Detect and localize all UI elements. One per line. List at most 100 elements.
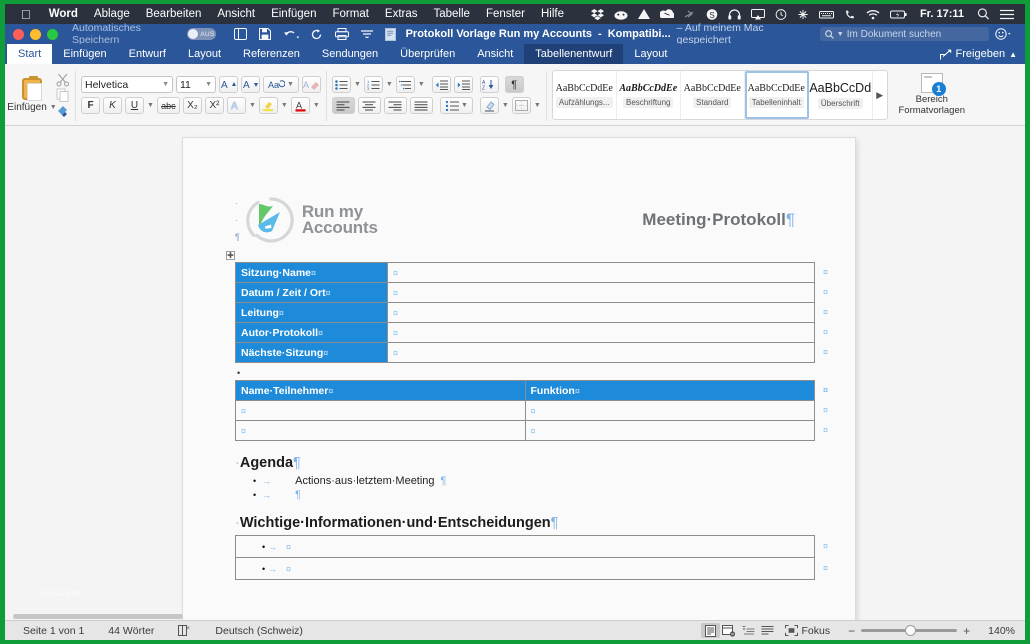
- tab-ansicht[interactable]: Ansicht: [466, 44, 524, 64]
- customize-toolbar-icon[interactable]: [360, 30, 373, 38]
- chevron-down-icon[interactable]: ▼: [287, 81, 294, 88]
- redo-icon[interactable]: [311, 28, 323, 40]
- draft-icon[interactable]: [758, 623, 777, 638]
- print-icon[interactable]: [334, 28, 349, 40]
- cloud-sync-icon[interactable]: [609, 9, 633, 20]
- dropbox-icon[interactable]: [586, 8, 609, 20]
- list-item[interactable]: • → Actions·aus·letztem·Meeting ¶: [253, 475, 815, 487]
- cell-funktion-2[interactable]: ¤ ¤: [524, 420, 828, 441]
- menu-item-ansicht[interactable]: Ansicht: [209, 8, 263, 20]
- increase-indent-icon[interactable]: [453, 76, 473, 93]
- zoom-slider[interactable]: − +: [842, 624, 976, 638]
- language-indicator[interactable]: Deutsch (Schweiz): [203, 625, 315, 637]
- shrink-font-icon[interactable]: A: [241, 76, 260, 93]
- multilevel-chevron-down-icon[interactable]: ▼: [418, 81, 425, 88]
- menu-item-fenster[interactable]: Fenster: [478, 8, 533, 20]
- menu-item-hilfe[interactable]: Hilfe: [533, 8, 572, 20]
- document-title[interactable]: Protokoll Vorlage Run my Accounts: [406, 28, 592, 40]
- tab-sendungen[interactable]: Sendungen: [311, 44, 389, 64]
- align-center-icon[interactable]: [357, 97, 381, 114]
- search-input[interactable]: ▼ Im Dokument suchen: [819, 27, 989, 41]
- strikethrough-button[interactable]: abc: [156, 97, 180, 114]
- tab-tabellenentwurf[interactable]: Tabellenentwurf: [524, 44, 624, 64]
- table-row[interactable]: Autor·Protokoll¤ ¤ ¤: [235, 322, 828, 343]
- borders-icon[interactable]: [511, 97, 531, 114]
- control-center-icon[interactable]: [995, 9, 1019, 20]
- menu-item-ablage[interactable]: Ablage: [86, 8, 138, 20]
- network-icon[interactable]: [792, 9, 814, 20]
- font-size-combobox[interactable]: 11 ▼: [176, 76, 216, 93]
- numbering-chevron-down-icon[interactable]: ▼: [386, 81, 393, 88]
- clear-formatting-icon[interactable]: A: [301, 76, 321, 93]
- row-value-leitung[interactable]: ¤ ¤: [387, 302, 828, 323]
- style-standard[interactable]: AaBbCcDdEe Standard: [681, 71, 745, 119]
- menu-item-extras[interactable]: Extras: [377, 8, 426, 20]
- tab-einfuegen[interactable]: Einfügen: [52, 44, 117, 64]
- chevron-down-icon[interactable]: ▼: [461, 102, 468, 109]
- cell-funktion-1[interactable]: ¤ ¤: [524, 400, 828, 421]
- save-location[interactable]: – Auf meinem Mac gespeichert: [677, 22, 808, 46]
- zoom-level[interactable]: 140%: [976, 625, 1019, 637]
- borders-chevron-down-icon[interactable]: ▼: [534, 102, 541, 109]
- italic-button[interactable]: K: [103, 97, 122, 114]
- table-row[interactable]: Leitung¤ ¤ ¤: [235, 302, 828, 323]
- shading-icon[interactable]: [479, 97, 499, 114]
- zoom-in-button[interactable]: +: [963, 624, 970, 638]
- wifi-icon[interactable]: [861, 9, 885, 20]
- text-effects-chevron-down-icon[interactable]: ▼: [249, 102, 256, 109]
- table-row[interactable]: • → ¤ ¤: [235, 535, 828, 558]
- styles-pane-button[interactable]: 1 Bereich Formatvorlagen: [896, 73, 968, 117]
- bold-button[interactable]: F: [81, 97, 100, 114]
- scrollbar-thumb[interactable]: [13, 614, 183, 619]
- tab-layout[interactable]: Layout: [177, 44, 232, 64]
- minimize-button[interactable]: [30, 28, 41, 40]
- sort-az-icon[interactable]: AZ: [479, 76, 499, 93]
- menu-clock[interactable]: Fr. 17:11: [912, 8, 972, 20]
- menu-item-word[interactable]: Word: [41, 8, 86, 20]
- row-label-autor-protokoll[interactable]: Autor·Protokoll¤: [235, 322, 388, 343]
- document-canvas[interactable]: vorlagen · · ¶ Run my Accounts Meeting·P…: [5, 126, 1025, 620]
- spotlight-search-icon[interactable]: [972, 8, 995, 20]
- document-page[interactable]: · · ¶ Run my Accounts Meeting·Protokoll¶…: [183, 138, 855, 620]
- table-row[interactable]: Datum / Zeit / Ort¤ ¤ ¤: [235, 282, 828, 303]
- tab-referenzen[interactable]: Referenzen: [232, 44, 311, 64]
- highlight-color-icon[interactable]: [258, 97, 278, 114]
- print-layout-icon[interactable]: [700, 623, 720, 638]
- decrease-indent-icon[interactable]: [431, 76, 451, 93]
- table-row[interactable]: • → ¤ ¤: [235, 557, 828, 580]
- row-label-sitzung-name[interactable]: Sitzung·Name¤: [235, 262, 388, 283]
- tab-start[interactable]: Start: [7, 44, 53, 64]
- shading-chevron-down-icon[interactable]: ▼: [502, 102, 509, 109]
- highlight-chevron-down-icon[interactable]: ▼: [281, 102, 288, 109]
- chevron-down-icon[interactable]: ▼: [162, 81, 169, 88]
- page-indicator[interactable]: Seite 1 von 1: [11, 625, 96, 637]
- participants-table[interactable]: Name·Teilnehmer¤ Funktion¤ ¤ ¤ ¤ ¤ ¤ ¤ ¤: [235, 380, 828, 441]
- text-effects-icon[interactable]: A: [226, 97, 246, 114]
- grow-font-icon[interactable]: A: [219, 76, 238, 93]
- format-painter-icon[interactable]: [56, 103, 70, 117]
- window-controls[interactable]: [13, 28, 58, 40]
- table-row[interactable]: ¤ ¤ ¤: [235, 420, 828, 441]
- keyboard-icon[interactable]: [814, 9, 839, 20]
- cell-name-1[interactable]: ¤: [235, 400, 526, 421]
- skype-icon[interactable]: S: [701, 8, 723, 20]
- cell-name-2[interactable]: ¤: [235, 420, 526, 441]
- chevron-down-icon[interactable]: ▼: [205, 81, 212, 88]
- proofing-errors-icon[interactable]: ×: [166, 625, 203, 636]
- autosave-toggle[interactable]: AUS: [187, 28, 216, 40]
- headphones-icon[interactable]: [723, 8, 746, 20]
- scissors-icon[interactable]: [56, 73, 70, 87]
- paste-button[interactable]: Einfügen ▼: [7, 75, 57, 113]
- horizontal-scrollbar[interactable]: [5, 612, 1025, 620]
- underline-chevron-down-icon[interactable]: ▼: [147, 102, 154, 109]
- chevron-up-icon[interactable]: ▲: [1009, 50, 1017, 59]
- zoom-out-button[interactable]: −: [848, 624, 855, 638]
- row-value-naechste-sitzung[interactable]: ¤ ¤: [387, 342, 828, 363]
- style-aufzaehlungs[interactable]: AaBbCcDdEe Aufzählungs...: [553, 71, 617, 119]
- undo-icon[interactable]: [283, 29, 299, 40]
- row-label-datum-zeit-ort[interactable]: Datum / Zeit / Ort¤: [235, 282, 388, 303]
- line-spacing-icon[interactable]: ▼: [439, 97, 473, 114]
- table-row[interactable]: ¤ ¤ ¤: [235, 400, 828, 421]
- outline-icon[interactable]: [739, 623, 758, 638]
- zoom-track[interactable]: [861, 625, 958, 636]
